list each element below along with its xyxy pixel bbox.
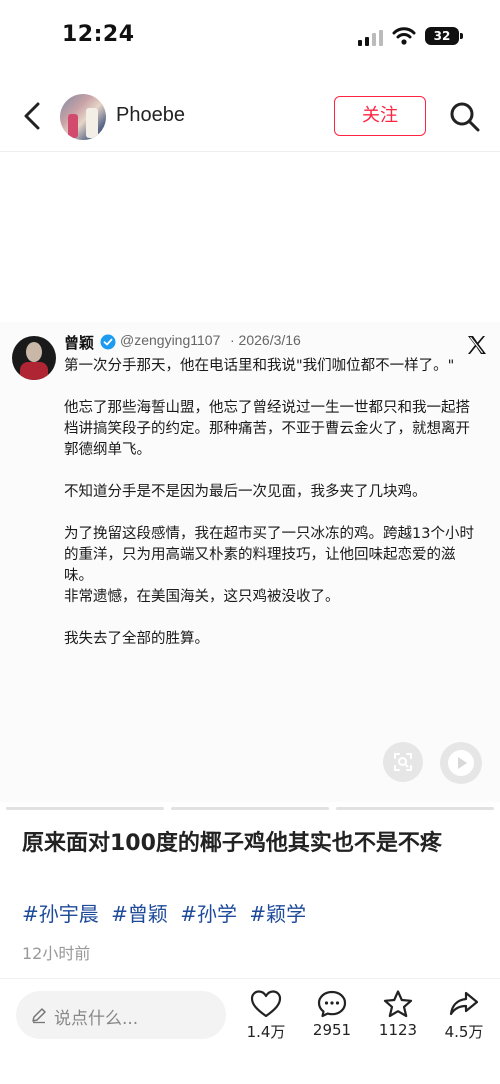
share-icon [449, 991, 479, 1016]
play-button[interactable] [440, 742, 482, 784]
comment-button[interactable]: 2951 [302, 989, 362, 1039]
tweet-paragraph: 为了挽留这段感情，我在超市买了一只冰冻的鸡。跨越13个小时的重洋，只为用高端又朴… [64, 526, 474, 584]
heart-icon [250, 990, 282, 1018]
progress-segment [6, 807, 164, 810]
back-icon[interactable] [18, 100, 46, 132]
carousel-progress [0, 807, 500, 811]
x-logo-icon [468, 336, 486, 354]
avatar[interactable] [60, 94, 106, 140]
follow-button[interactable]: 关注 [334, 96, 426, 136]
tweet-paragraph: 他忘了那些海誓山盟，他忘了曾经说过一生一世都只和我一起搭档讲搞笑段子的约定。那种… [64, 400, 470, 458]
signal-icon [358, 30, 383, 46]
pencil-icon [32, 1008, 46, 1024]
status-bar: 12:24 32 [0, 0, 500, 72]
progress-segment [171, 807, 329, 810]
like-button[interactable]: 1.4万 [236, 989, 296, 1042]
tweet-paragraph: 不知道分手是不是因为最后一次见面，我多夹了几块鸡。 [64, 484, 427, 500]
hashtag-link[interactable]: #曾颖 [111, 902, 168, 926]
battery-icon: 32 [425, 27, 463, 45]
tweet-handle: @zengying1107 [120, 332, 221, 348]
wifi-icon [392, 27, 416, 45]
bottom-action-bar: 说点什么... 1.4万 2951 1123 4.5万 [0, 978, 500, 1084]
tweet-paragraph: 非常遗憾，在美国海关，这只鸡被没收了。 [64, 589, 340, 605]
favorite-count: 1123 [378, 1021, 418, 1039]
tweet-date: · 2026/3/16 [230, 332, 301, 348]
scan-icon [394, 753, 412, 771]
user-name[interactable]: Phoebe [116, 104, 185, 127]
post-title: 原来面对100度的椰子鸡他其实也不是不疼 [22, 831, 442, 856]
favorite-button[interactable]: 1123 [368, 989, 428, 1039]
post-timestamp: 12小时前 [22, 944, 91, 963]
tweet-author-name: 曾颖 [64, 334, 95, 352]
tweet-avatar [12, 336, 56, 380]
hashtag-link[interactable]: #孙学 [180, 902, 237, 926]
post-image[interactable]: 曾颖 @zengying1107 · 2026/3/16 第一次分手那天，他在电… [0, 152, 500, 812]
tweet-body: 第一次分手那天，他在电话里和我说"我们咖位都不一样了。" 他忘了那些海誓山盟，他… [64, 356, 484, 650]
play-icon [448, 750, 474, 776]
share-button[interactable]: 4.5万 [434, 989, 494, 1042]
tweet-paragraph: 第一次分手那天，他在电话里和我说"我们咖位都不一样了。" [64, 358, 455, 374]
hashtag-list: #孙宇晨 #曾颖 #孙学 #颖学 [22, 898, 312, 927]
like-count: 1.4万 [246, 1023, 286, 1041]
comment-count: 2951 [312, 1021, 352, 1039]
status-time: 12:24 [62, 22, 135, 47]
search-icon[interactable] [448, 100, 482, 134]
hashtag-link[interactable]: #颖学 [249, 902, 306, 926]
progress-segment [336, 807, 494, 810]
share-count: 4.5万 [444, 1023, 484, 1041]
verified-icon [100, 334, 116, 350]
tweet-paragraph: 我失去了全部的胜算。 [64, 631, 209, 647]
scan-button[interactable] [383, 742, 423, 782]
star-icon [383, 990, 413, 1018]
post-header: Phoebe 关注 [0, 82, 500, 152]
comment-input[interactable]: 说点什么... [16, 991, 226, 1039]
hashtag-link[interactable]: #孙宇晨 [22, 902, 99, 926]
comment-placeholder: 说点什么... [54, 1009, 139, 1029]
tweet-card: 曾颖 @zengying1107 · 2026/3/16 第一次分手那天，他在电… [0, 322, 500, 802]
comment-icon [317, 990, 347, 1018]
